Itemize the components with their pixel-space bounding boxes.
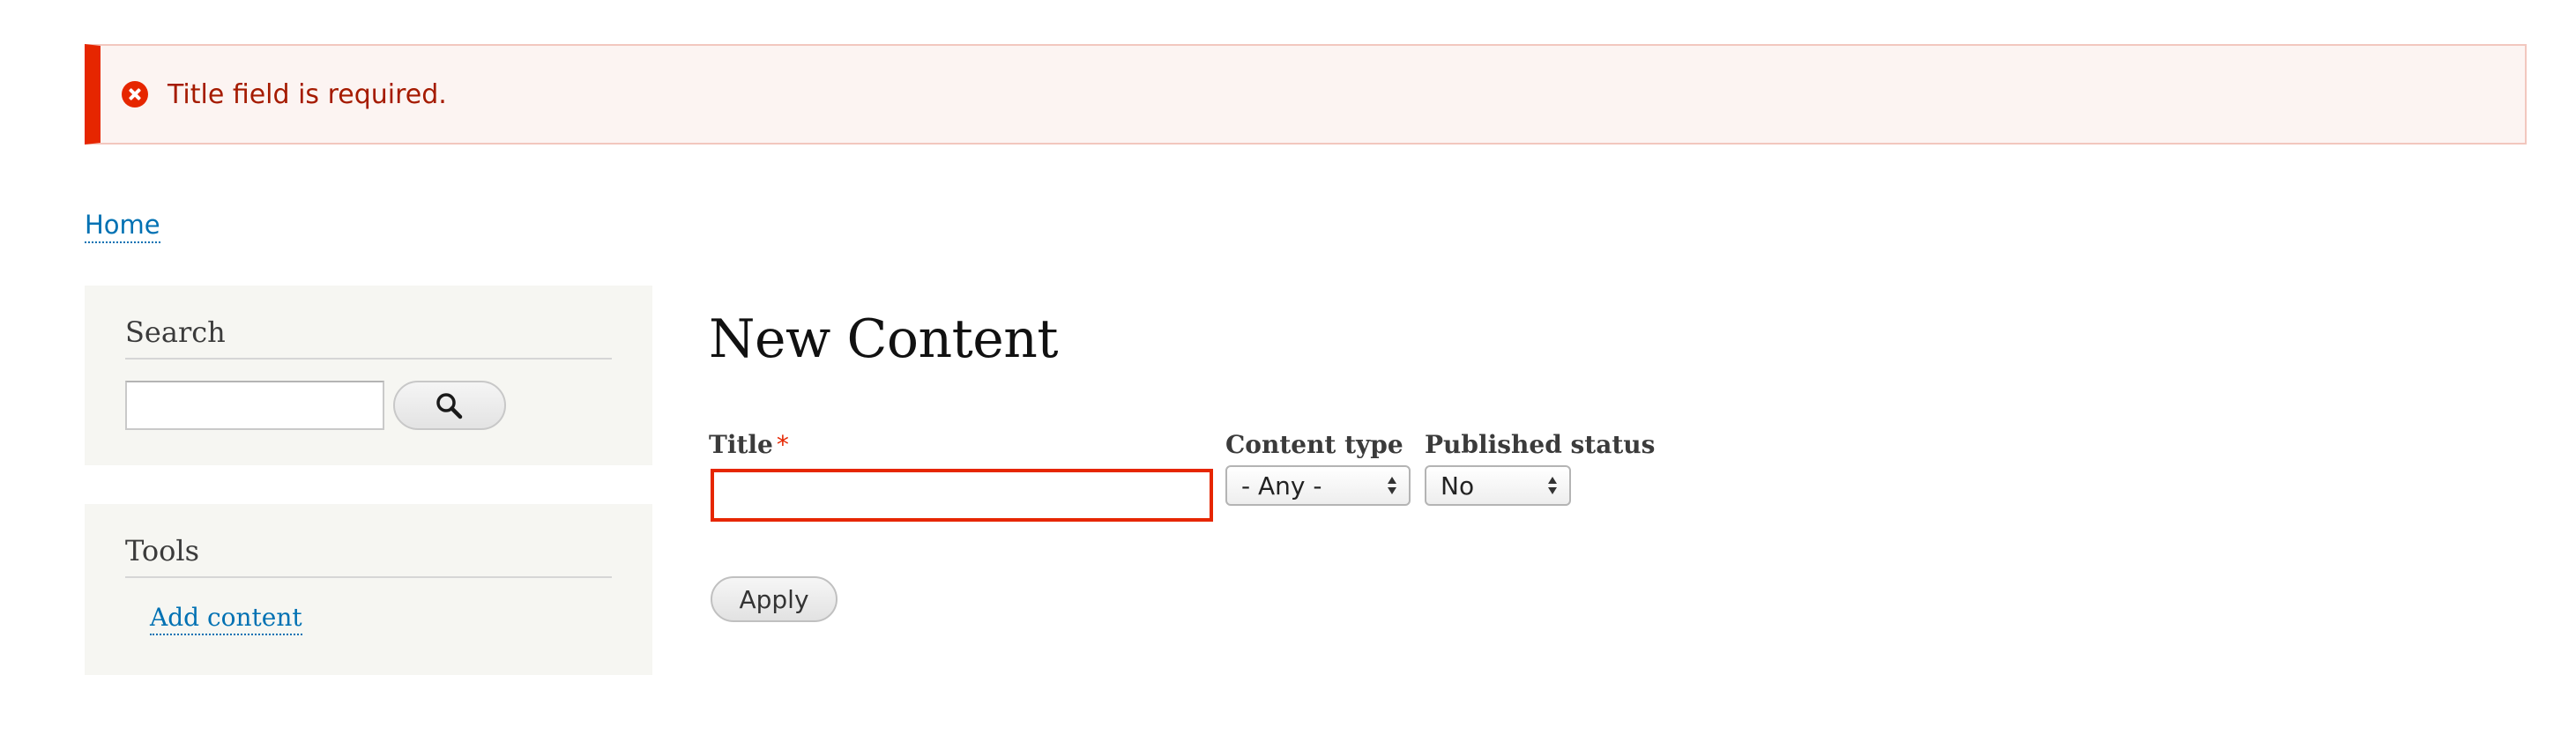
title-input[interactable] [711,469,1213,522]
tools-block: Tools Add content [85,504,652,675]
search-icon [436,393,463,419]
search-block: Search [85,286,652,465]
breadcrumb: Home [85,210,160,243]
page-title: New Content [709,308,1058,370]
title-label: Title * [709,430,789,459]
add-content-link[interactable]: Add content [150,603,302,635]
published-status-select-value: No [1441,471,1475,501]
error-message: Title field is required. [85,44,2527,145]
content-type-select[interactable]: - Any - [1225,465,1411,506]
search-button[interactable] [393,381,506,430]
content-type-select-value: - Any - [1241,471,1322,501]
required-marker: * [776,430,789,459]
content-type-label: Content type [1225,430,1403,459]
breadcrumb-home-link[interactable]: Home [85,210,160,243]
published-status-label: Published status [1425,430,1656,459]
apply-button[interactable]: Apply [711,576,838,622]
select-arrows-icon [1548,477,1557,494]
search-block-title: Search [125,315,612,360]
published-status-select[interactable]: No [1425,465,1571,506]
title-label-text: Title [709,430,773,459]
search-input[interactable] [125,381,384,430]
tools-block-title: Tools [125,534,612,578]
select-arrows-icon [1388,477,1396,494]
error-icon [122,81,148,108]
error-message-text: Title field is required. [168,78,447,110]
